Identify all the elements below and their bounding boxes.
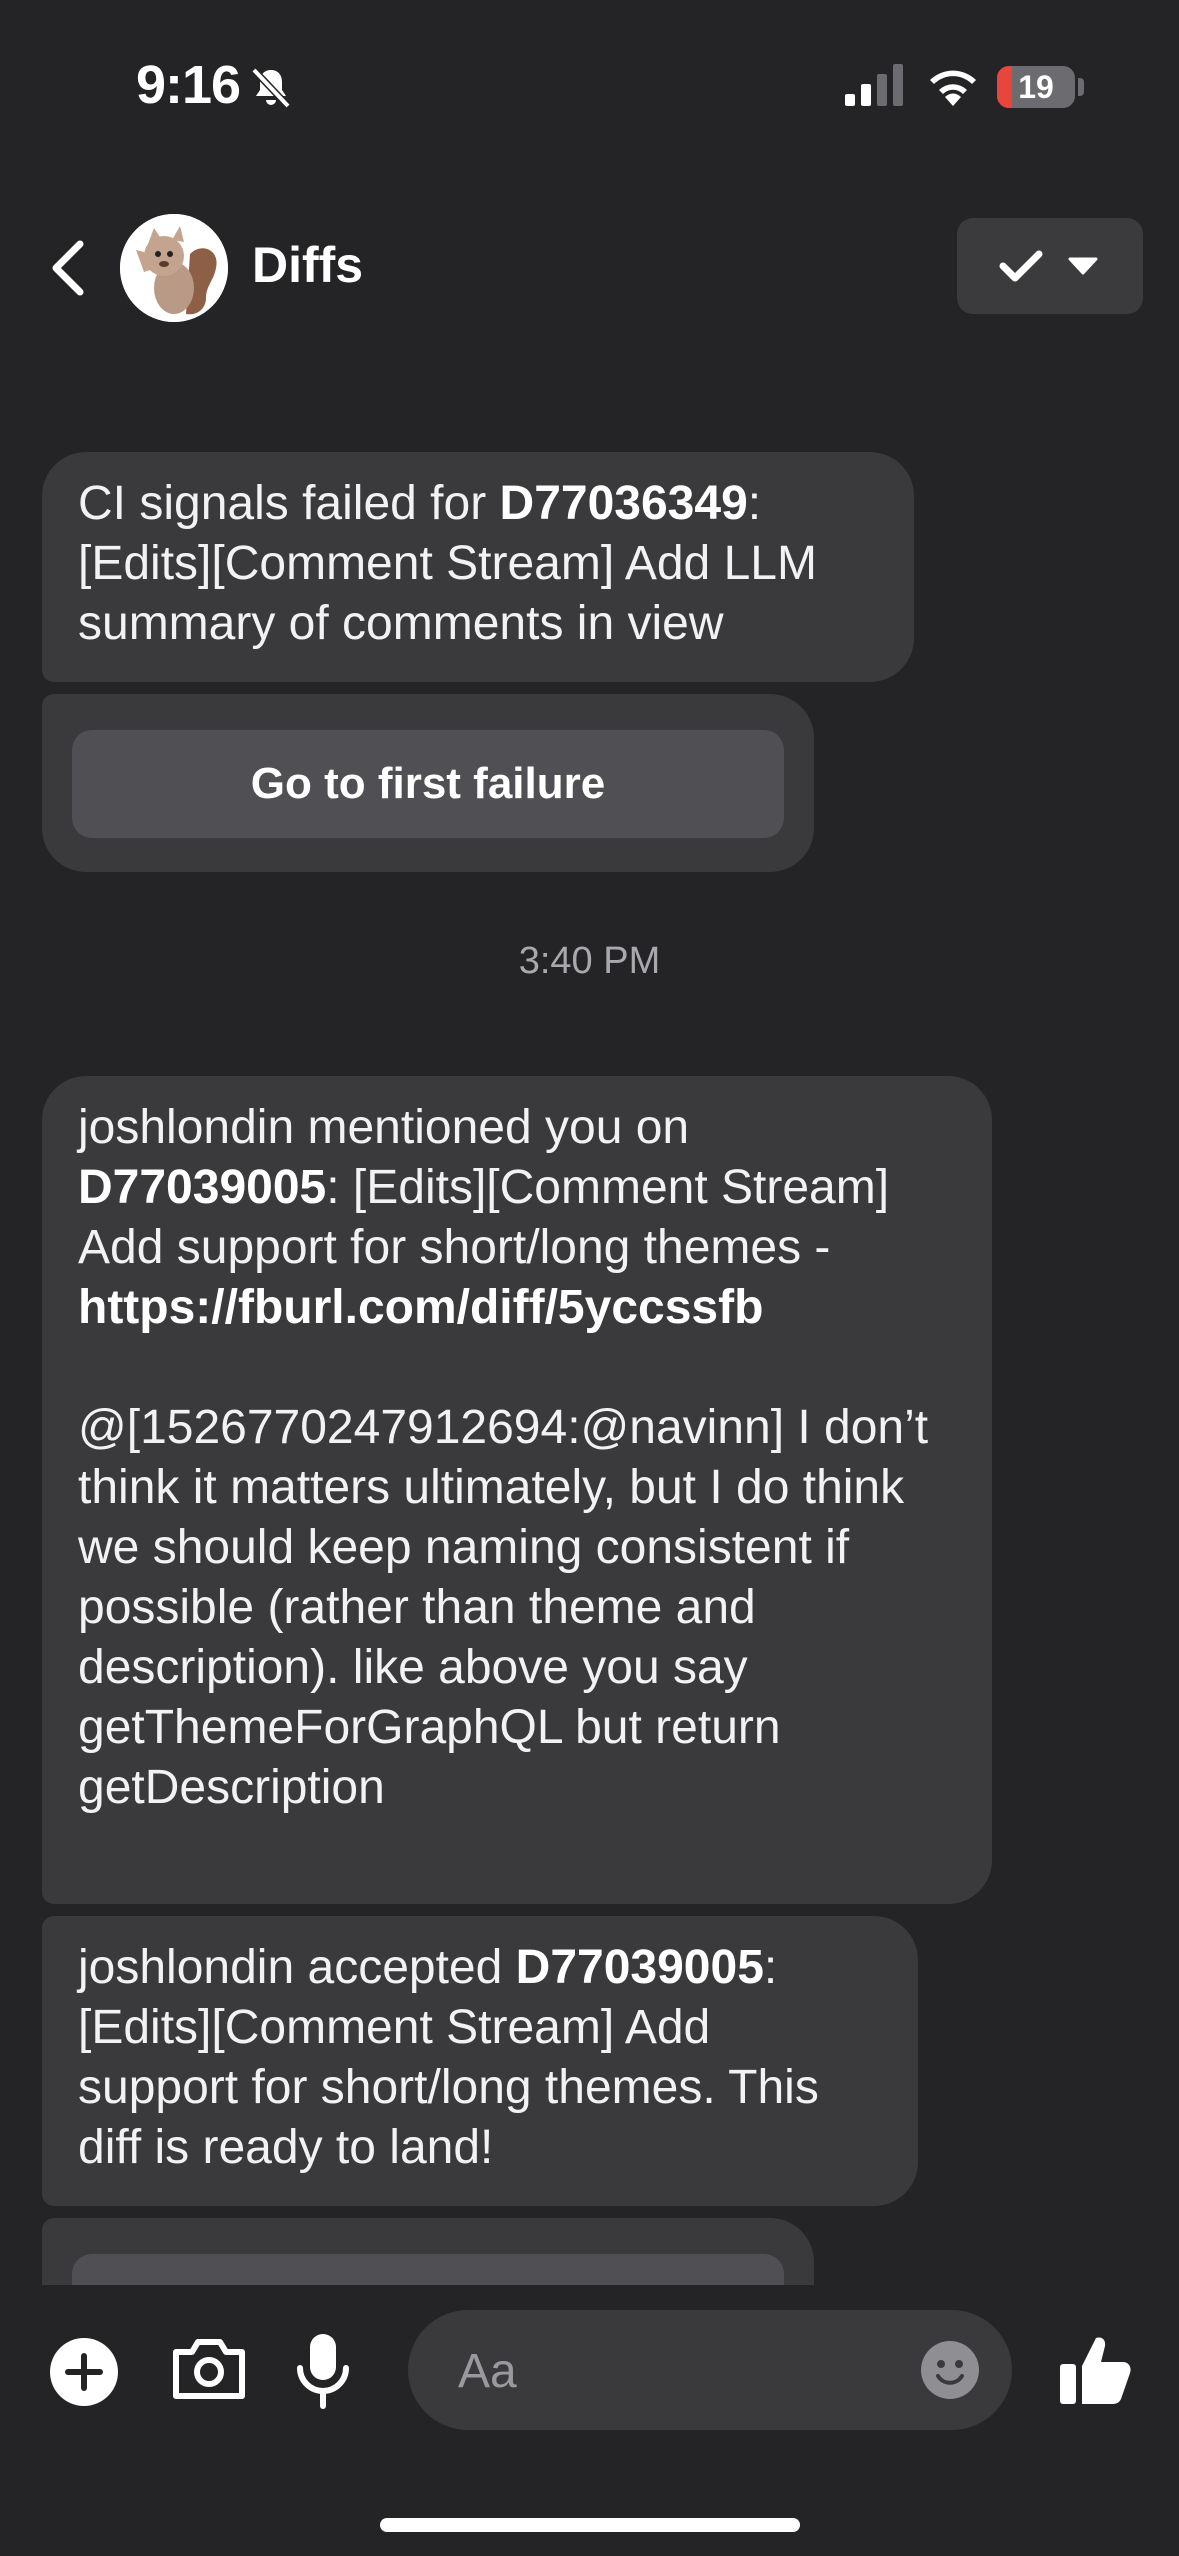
battery-percent: 19	[1018, 69, 1054, 105]
thumbs-up-icon[interactable]	[1058, 2328, 1132, 2408]
battery-icon: 19	[997, 66, 1075, 108]
go-to-first-failure-button[interactable]: Go to first failure	[72, 730, 784, 838]
message-bubble-mention: joshlondin mentioned you on D77039005: […	[42, 1076, 992, 1904]
squirrel-avatar-icon	[120, 214, 228, 322]
checkmark-icon	[999, 250, 1043, 282]
cellular-signal-icon	[845, 64, 903, 106]
conversation-title[interactable]: Diffs	[252, 236, 363, 294]
plus-icon[interactable]	[48, 2336, 120, 2408]
message-text: joshlondin accepted	[78, 1941, 516, 1994]
camera-icon[interactable]	[170, 2334, 248, 2402]
status-time: 9:16	[136, 55, 241, 115]
message-button-card: Go to first failure	[42, 694, 814, 872]
bell-slash-icon	[251, 67, 291, 109]
message-timestamp: 3:40 PM	[518, 940, 661, 982]
microphone-icon[interactable]	[292, 2330, 354, 2412]
message-bubble-ci-failed: CI signals failed for D77036349: [Edits]…	[42, 452, 914, 682]
diff-id[interactable]: D77036349	[500, 477, 748, 530]
mark-done-dropdown-button[interactable]	[957, 218, 1143, 314]
message-text: joshlondin mentioned you on	[78, 1101, 690, 1154]
message-bubble-accepted: joshlondin accepted D77039005: [Edits][C…	[42, 1916, 918, 2206]
home-indicator	[380, 2518, 800, 2532]
wifi-icon	[930, 70, 976, 106]
message-input-placeholder: Aa	[458, 2345, 517, 2398]
message-text: CI signals failed for	[78, 477, 500, 530]
diff-id[interactable]: D77039005	[78, 1161, 326, 1214]
emoji-icon[interactable]	[920, 2340, 980, 2400]
battery-tip	[1078, 78, 1084, 96]
avatar[interactable]	[120, 214, 228, 322]
back-chevron-icon[interactable]	[48, 238, 88, 298]
diff-id[interactable]: D77039005	[516, 1941, 764, 1994]
diff-link[interactable]: https://fburl.com/diff/5yccssfb	[78, 1281, 763, 1334]
comment-text: @[1526770247912694:@navinn] I don’t thin…	[78, 1401, 929, 1814]
dropdown-caret-icon	[1068, 257, 1098, 275]
